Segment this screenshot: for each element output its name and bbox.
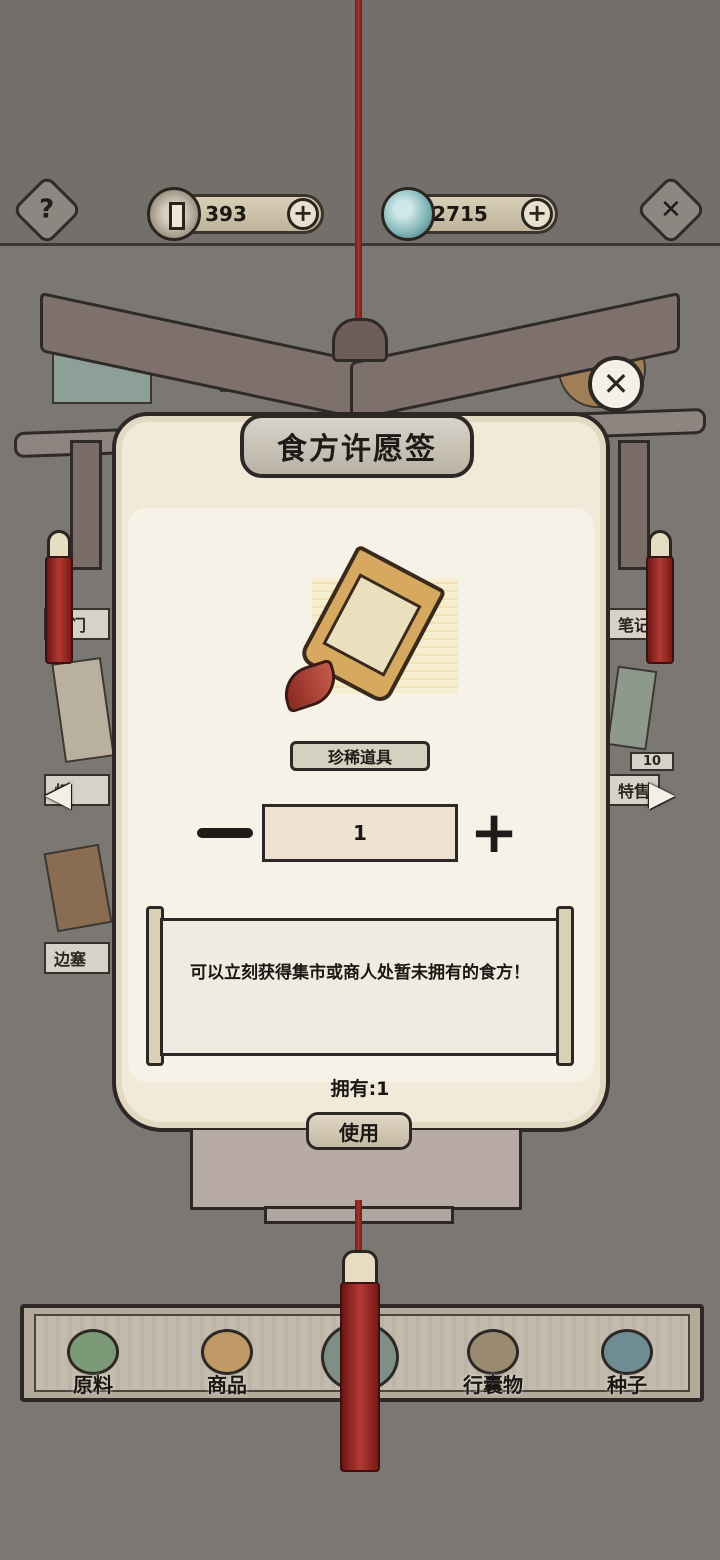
jade-counter: 2715 + xyxy=(381,187,558,241)
owned-count: 拥有:1 xyxy=(330,1078,390,1100)
minus-icon xyxy=(197,828,253,838)
pillar-right xyxy=(618,440,650,570)
tab-bag-items[interactable]: 行囊物 xyxy=(438,1308,548,1398)
copper-coin-icon xyxy=(147,187,201,241)
bottom-tassel xyxy=(340,1282,380,1472)
count-badge: 10 xyxy=(630,752,674,771)
tab-label: 原料 xyxy=(73,1373,113,1397)
right-tassel xyxy=(646,556,674,664)
dialog-title: 食方许愿签 xyxy=(277,432,437,467)
question-icon: ? xyxy=(39,195,55,225)
dialog-title-plate: 食方许愿签 xyxy=(240,414,474,478)
hanging-cord xyxy=(355,0,362,330)
close-icon: ✕ xyxy=(602,365,630,403)
quantity-field[interactable]: 1 xyxy=(262,804,458,862)
scroll-item xyxy=(43,843,113,933)
tab-raw-materials[interactable]: 原料 xyxy=(38,1308,148,1398)
book-item xyxy=(606,665,658,751)
increase-quantity-button[interactable]: + xyxy=(468,803,520,862)
item-description: 可以立刻获得集市或商人处暂未拥有的食方！ xyxy=(190,963,530,983)
use-button[interactable]: 使用 xyxy=(306,1112,412,1150)
left-tassel xyxy=(45,556,73,664)
add-jade-button[interactable]: + xyxy=(521,198,553,230)
copper-coin-counter: 393 + xyxy=(147,187,324,241)
previous-page-arrow[interactable]: ◀ xyxy=(18,774,98,814)
tab-label: 行囊物 xyxy=(463,1373,523,1397)
next-page-arrow[interactable]: ▶ xyxy=(622,774,702,814)
paper-item xyxy=(51,657,115,763)
close-icon: ✕ xyxy=(660,194,682,225)
arrow-right-icon: ▶ xyxy=(648,774,676,814)
tab-label: 种子 xyxy=(607,1373,647,1397)
roof-finial xyxy=(332,318,388,362)
tab-seeds[interactable]: 种子 xyxy=(572,1308,682,1398)
dialog-close-button[interactable]: ✕ xyxy=(588,356,644,412)
add-coins-button[interactable]: + xyxy=(287,198,319,230)
arrow-left-icon: ◀ xyxy=(44,774,72,814)
decrease-quantity-button[interactable] xyxy=(196,818,254,848)
scroll-rod-right xyxy=(556,906,574,1066)
tab-label: 商品 xyxy=(207,1373,247,1397)
pillar-left xyxy=(70,440,102,570)
rarity-label: 珍稀道具 xyxy=(327,748,392,767)
jade-icon xyxy=(381,187,435,241)
shelf-tag: 边塞 xyxy=(44,942,110,974)
rarity-badge: 珍稀道具 xyxy=(290,741,430,771)
tab-goods[interactable]: 商品 xyxy=(172,1308,282,1398)
